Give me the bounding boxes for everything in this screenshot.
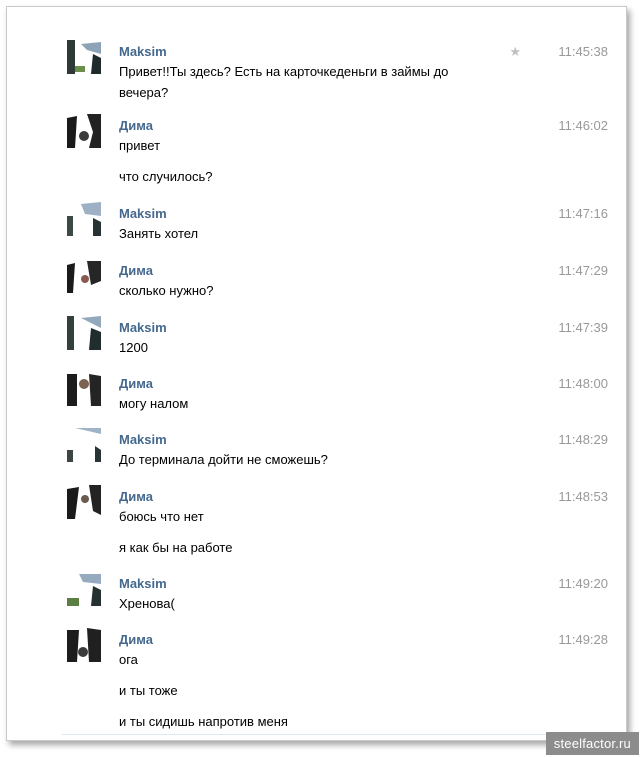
message-text: и ты сидишь напротив меня: [119, 714, 288, 729]
message-author[interactable]: Maksim: [119, 320, 167, 336]
message-text: Занять хотел: [119, 226, 199, 241]
message-author[interactable]: Maksim: [119, 576, 167, 592]
avatar-dima[interactable]: [67, 114, 101, 148]
avatar-maksim[interactable]: [67, 316, 101, 350]
message-author[interactable]: Дима: [119, 118, 153, 134]
message-time[interactable]: 11:48:53: [558, 489, 608, 505]
message-text: ога: [119, 652, 138, 667]
message-text: могу налом: [119, 396, 189, 411]
avatar-dima[interactable]: [67, 485, 101, 519]
message-text: боюсь что нет: [119, 509, 204, 524]
star-icon[interactable]: ★: [509, 44, 521, 60]
message-time[interactable]: 11:45:38: [558, 44, 608, 60]
message-text: сколько нужно?: [119, 283, 214, 298]
message-time[interactable]: 11:48:29: [558, 432, 608, 448]
avatar-dima[interactable]: [67, 259, 101, 293]
avatar-dima[interactable]: [67, 628, 101, 662]
message-time[interactable]: 11:49:20: [558, 576, 608, 592]
message-time[interactable]: 11:49:28: [558, 632, 608, 648]
message-author[interactable]: Дима: [119, 263, 153, 279]
message-time[interactable]: 11:47:16: [558, 206, 608, 222]
message-text: и ты тоже: [119, 683, 178, 698]
chat-history-panel: Maksim ★ 11:45:38 Привет!!Ты здесь? Есть…: [6, 6, 627, 741]
message-time[interactable]: 11:46:02: [558, 118, 608, 134]
message-time[interactable]: 11:47:39: [558, 320, 608, 336]
message-author[interactable]: Дима: [119, 632, 153, 648]
avatar-maksim[interactable]: [67, 40, 101, 74]
message-author[interactable]: Дима: [119, 489, 153, 505]
message-text: я как бы на работе: [119, 540, 233, 555]
avatar-maksim[interactable]: [67, 572, 101, 606]
divider: [62, 734, 572, 735]
message-text: что случилось?: [119, 169, 213, 184]
message-time[interactable]: 11:47:29: [558, 263, 608, 279]
message-author[interactable]: Maksim: [119, 206, 167, 222]
message-text: привет: [119, 138, 161, 153]
avatar-maksim[interactable]: [67, 428, 101, 462]
message-time[interactable]: 11:48:00: [558, 376, 608, 392]
message-author[interactable]: Maksim: [119, 44, 167, 60]
avatar-dima[interactable]: [67, 372, 101, 406]
avatar-maksim[interactable]: [67, 202, 101, 236]
message-author[interactable]: Maksim: [119, 432, 167, 448]
message-text: До терминала дойти не сможешь?: [119, 452, 328, 467]
message-text: Хренова(: [119, 596, 175, 611]
message-text: Привет!!Ты здесь? Есть на карточкеденьги…: [119, 64, 449, 100]
message-author[interactable]: Дима: [119, 376, 153, 392]
watermark: steelfactor.ru: [545, 732, 639, 755]
message-text: 1200: [119, 340, 148, 355]
